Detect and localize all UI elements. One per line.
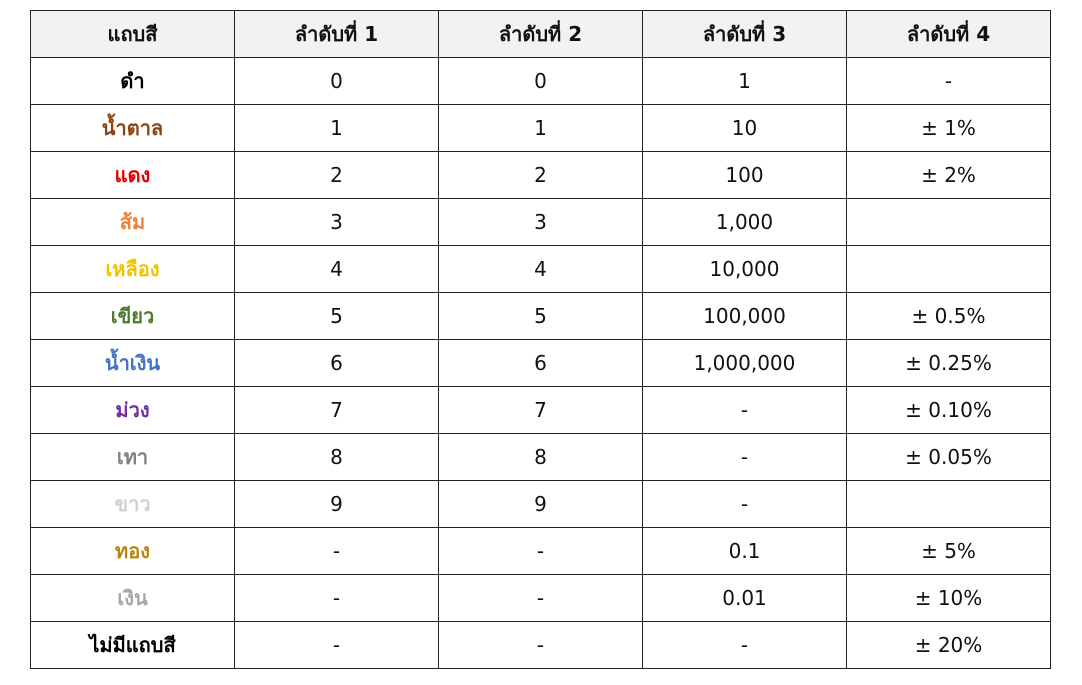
resistor-color-code-table: แถบสี ลำดับที่ 1 ลำดับที่ 2 ลำดับที่ 3 ล… xyxy=(30,10,1051,669)
band-3-cell: - xyxy=(642,621,847,669)
band-1-cell: 6 xyxy=(234,339,439,387)
band-1-cell: 7 xyxy=(234,386,439,434)
band-name-cell: น้ำตาล xyxy=(30,104,235,152)
band-name-cell: แดง xyxy=(30,151,235,199)
band-name-cell: ขาว xyxy=(30,480,235,528)
band-1-cell: 4 xyxy=(234,245,439,293)
band-4-cell xyxy=(846,480,1051,528)
table-row: เหลือง 4 4 10,000 xyxy=(30,245,1051,293)
band-1-cell: 2 xyxy=(234,151,439,199)
header-row: แถบสี ลำดับที่ 1 ลำดับที่ 2 ลำดับที่ 3 ล… xyxy=(30,10,1051,58)
band-name-cell: ดำ xyxy=(30,57,235,105)
table-row: ขาว 9 9 - xyxy=(30,480,1051,528)
band-3-cell: 0.01 xyxy=(642,574,847,622)
table-row: แดง 2 2 100 ± 2% xyxy=(30,151,1051,199)
band-3-cell: 10 xyxy=(642,104,847,152)
band-3-cell: 10,000 xyxy=(642,245,847,293)
band-2-cell: 9 xyxy=(438,480,643,528)
table-row: น้ำตาล 1 1 10 ± 1% xyxy=(30,104,1051,152)
table-row: ม่วง 7 7 - ± 0.10% xyxy=(30,386,1051,434)
band-3-cell: 1,000,000 xyxy=(642,339,847,387)
header-band-3: ลำดับที่ 3 xyxy=(642,10,847,58)
band-4-cell: ± 10% xyxy=(846,574,1051,622)
band-2-cell: 1 xyxy=(438,104,643,152)
band-1-cell: 8 xyxy=(234,433,439,481)
band-4-cell xyxy=(846,198,1051,246)
band-3-cell: 100 xyxy=(642,151,847,199)
table-row: เขียว 5 5 100,000 ± 0.5% xyxy=(30,292,1051,340)
band-4-cell: ± 0.05% xyxy=(846,433,1051,481)
band-2-cell: 8 xyxy=(438,433,643,481)
band-name-cell: ไม่มีแถบสี xyxy=(30,621,235,669)
band-1-cell: - xyxy=(234,574,439,622)
band-name-cell: เขียว xyxy=(30,292,235,340)
band-3-cell: 1,000 xyxy=(642,198,847,246)
table-row: ส้ม 3 3 1,000 xyxy=(30,198,1051,246)
band-4-cell: ± 5% xyxy=(846,527,1051,575)
table-body: ดำ 0 0 1 - น้ำตาล 1 1 10 ± 1% แดง 2 2 10… xyxy=(30,57,1051,669)
band-1-cell: 1 xyxy=(234,104,439,152)
band-2-cell: 5 xyxy=(438,292,643,340)
table-row: ไม่มีแถบสี - - - ± 20% xyxy=(30,621,1051,669)
band-name-cell: ม่วง xyxy=(30,386,235,434)
band-name-cell: เหลือง xyxy=(30,245,235,293)
table-row: เทา 8 8 - ± 0.05% xyxy=(30,433,1051,481)
band-1-cell: 0 xyxy=(234,57,439,105)
band-1-cell: 5 xyxy=(234,292,439,340)
band-3-cell: - xyxy=(642,480,847,528)
band-1-cell: 3 xyxy=(234,198,439,246)
band-4-cell: ± 0.10% xyxy=(846,386,1051,434)
band-4-cell: ± 2% xyxy=(846,151,1051,199)
band-1-cell: - xyxy=(234,527,439,575)
band-2-cell: 7 xyxy=(438,386,643,434)
table-row: ดำ 0 0 1 - xyxy=(30,57,1051,105)
band-2-cell: 0 xyxy=(438,57,643,105)
header-band-4: ลำดับที่ 4 xyxy=(846,10,1051,58)
band-name-cell: น้ำเงิน xyxy=(30,339,235,387)
table-row: น้ำเงิน 6 6 1,000,000 ± 0.25% xyxy=(30,339,1051,387)
band-2-cell: 2 xyxy=(438,151,643,199)
header-band-color: แถบสี xyxy=(30,10,235,58)
table-row: ทอง - - 0.1 ± 5% xyxy=(30,527,1051,575)
band-2-cell: - xyxy=(438,621,643,669)
table-row: เงิน - - 0.01 ± 10% xyxy=(30,574,1051,622)
band-name-cell: ส้ม xyxy=(30,198,235,246)
band-4-cell: ± 0.25% xyxy=(846,339,1051,387)
header-band-1: ลำดับที่ 1 xyxy=(234,10,439,58)
band-4-cell xyxy=(846,245,1051,293)
band-4-cell: ± 20% xyxy=(846,621,1051,669)
band-4-cell: - xyxy=(846,57,1051,105)
band-1-cell: 9 xyxy=(234,480,439,528)
band-2-cell: 6 xyxy=(438,339,643,387)
band-3-cell: - xyxy=(642,386,847,434)
band-3-cell: 0.1 xyxy=(642,527,847,575)
band-2-cell: - xyxy=(438,574,643,622)
band-2-cell: - xyxy=(438,527,643,575)
band-name-cell: ทอง xyxy=(30,527,235,575)
band-3-cell: - xyxy=(642,433,847,481)
band-name-cell: เทา xyxy=(30,433,235,481)
band-2-cell: 4 xyxy=(438,245,643,293)
band-name-cell: เงิน xyxy=(30,574,235,622)
header-band-2: ลำดับที่ 2 xyxy=(438,10,643,58)
band-4-cell: ± 0.5% xyxy=(846,292,1051,340)
band-3-cell: 1 xyxy=(642,57,847,105)
band-4-cell: ± 1% xyxy=(846,104,1051,152)
band-1-cell: - xyxy=(234,621,439,669)
band-2-cell: 3 xyxy=(438,198,643,246)
band-3-cell: 100,000 xyxy=(642,292,847,340)
